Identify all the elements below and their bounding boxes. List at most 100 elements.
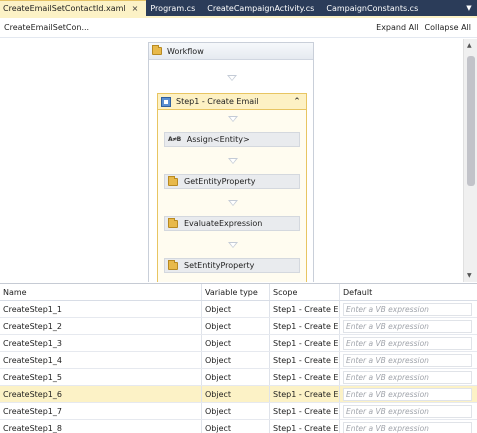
variable-default-cell: Enter a VB expression	[340, 318, 477, 334]
variables-grid-header: Name Variable type Scope Default	[0, 284, 477, 301]
variable-default-cell: Enter a VB expression	[340, 403, 477, 419]
tab-label: CreateEmailSetContactId.xaml	[3, 4, 126, 13]
tab-strip-spacer	[426, 0, 461, 16]
table-row[interactable]: CreateStep1_7ObjectStep1 - Create EmaEnt…	[0, 403, 477, 420]
default-expression-input[interactable]: Enter a VB expression	[343, 387, 472, 401]
folder-icon	[168, 259, 178, 270]
activity-evaluate-expression[interactable]: EvaluateExpression	[164, 216, 300, 231]
variable-name-cell[interactable]: CreateStep1_1	[0, 301, 202, 317]
close-tab-icon[interactable]: ×	[132, 4, 139, 13]
column-header-default[interactable]: Default	[340, 284, 477, 300]
table-row[interactable]: CreateStep1_2ObjectStep1 - Create EmaEnt…	[0, 318, 477, 335]
designer-vertical-scrollbar[interactable]: ▲ ▼	[463, 39, 477, 282]
collapse-all-link[interactable]: Collapse All	[425, 23, 471, 32]
table-row[interactable]: CreateStep1_8ObjectStep1 - Create EmaEnt…	[0, 420, 477, 433]
table-row[interactable]: CreateStep1_6ObjectStep1 - Create EmaEnt…	[0, 386, 477, 403]
sequence-step1-create-email[interactable]: Step1 - Create Email ⌃ A≠B Assign<Entity…	[157, 93, 307, 282]
default-expression-input[interactable]: Enter a VB expression	[343, 353, 472, 367]
variable-scope-cell[interactable]: Step1 - Create Ema	[270, 420, 340, 433]
assign-icon: A≠B	[168, 136, 181, 143]
variable-scope-cell[interactable]: Step1 - Create Ema	[270, 369, 340, 385]
variable-type-cell[interactable]: Object	[202, 301, 270, 317]
variable-type-cell[interactable]: Object	[202, 352, 270, 368]
table-row[interactable]: CreateStep1_5ObjectStep1 - Create EmaEnt…	[0, 369, 477, 386]
column-header-scope[interactable]: Scope	[270, 284, 340, 300]
document-tab-strip: CreateEmailSetContactId.xaml × Program.c…	[0, 0, 477, 16]
default-expression-input[interactable]: Enter a VB expression	[343, 319, 472, 333]
activity-assign-entity[interactable]: A≠B Assign<Entity>	[164, 132, 300, 147]
drop-target-arrow-icon[interactable]	[228, 242, 238, 248]
drop-target-arrow-icon[interactable]	[228, 116, 238, 122]
variable-default-cell: Enter a VB expression	[340, 386, 477, 402]
sequence-icon	[161, 96, 171, 107]
tab-program[interactable]: Program.cs	[146, 0, 203, 16]
variable-type-cell[interactable]: Object	[202, 386, 270, 402]
sequence-title: Step1 - Create Email	[176, 97, 259, 106]
variable-scope-cell[interactable]: Step1 - Create Ema	[270, 318, 340, 334]
scroll-up-icon[interactable]: ▲	[467, 42, 472, 49]
activity-label: GetEntityProperty	[184, 177, 256, 186]
drop-target-arrow-icon[interactable]	[227, 75, 237, 81]
variable-name-cell[interactable]: CreateStep1_8	[0, 420, 202, 433]
variable-default-cell: Enter a VB expression	[340, 335, 477, 351]
variable-scope-cell[interactable]: Step1 - Create Ema	[270, 335, 340, 351]
tab-campaignconstants[interactable]: CampaignConstants.cs	[322, 0, 426, 16]
breadcrumb-bar: CreateEmailSetCon... Expand All Collapse…	[0, 18, 477, 38]
tab-list-dropdown-icon[interactable]: ▼	[461, 0, 477, 16]
variables-grid: Name Variable type Scope Default CreateS…	[0, 283, 477, 433]
default-expression-input[interactable]: Enter a VB expression	[343, 302, 472, 316]
variable-type-cell[interactable]: Object	[202, 369, 270, 385]
variable-default-cell: Enter a VB expression	[340, 369, 477, 385]
workflow-header[interactable]: Workflow	[149, 43, 313, 60]
variable-type-cell[interactable]: Object	[202, 318, 270, 334]
sequence-header[interactable]: Step1 - Create Email ⌃	[158, 94, 306, 110]
activity-get-entity-property[interactable]: GetEntityProperty	[164, 174, 300, 189]
default-expression-input[interactable]: Enter a VB expression	[343, 336, 472, 350]
workflow-activity[interactable]: Workflow Step1 - Create Email ⌃ A≠B Assi…	[148, 42, 314, 282]
scroll-down-icon[interactable]: ▼	[467, 272, 472, 279]
activity-set-entity-property[interactable]: SetEntityProperty	[164, 258, 300, 273]
variable-type-cell[interactable]: Object	[202, 420, 270, 433]
table-row[interactable]: CreateStep1_1ObjectStep1 - Create EmaEnt…	[0, 301, 477, 318]
folder-icon	[168, 217, 178, 228]
column-header-variable-type[interactable]: Variable type	[202, 284, 270, 300]
default-expression-input[interactable]: Enter a VB expression	[343, 404, 472, 418]
table-row[interactable]: CreateStep1_4ObjectStep1 - Create EmaEnt…	[0, 352, 477, 369]
expand-all-link[interactable]: Expand All	[376, 23, 418, 32]
drop-target-arrow-icon[interactable]	[228, 158, 238, 164]
variable-default-cell: Enter a VB expression	[340, 420, 477, 433]
variable-scope-cell[interactable]: Step1 - Create Ema	[270, 386, 340, 402]
table-row[interactable]: CreateStep1_3ObjectStep1 - Create EmaEnt…	[0, 335, 477, 352]
variables-grid-rows: CreateStep1_1ObjectStep1 - Create EmaEnt…	[0, 301, 477, 433]
tab-createcampaignactivity[interactable]: CreateCampaignActivity.cs	[203, 0, 322, 16]
variable-default-cell: Enter a VB expression	[340, 301, 477, 317]
activity-label: EvaluateExpression	[184, 219, 263, 228]
variable-type-cell[interactable]: Object	[202, 335, 270, 351]
variable-name-cell[interactable]: CreateStep1_3	[0, 335, 202, 351]
variable-name-cell[interactable]: CreateStep1_5	[0, 369, 202, 385]
variable-name-cell[interactable]: CreateStep1_7	[0, 403, 202, 419]
tab-label: CreateCampaignActivity.cs	[207, 3, 315, 13]
collapse-icon[interactable]: ⌃	[291, 96, 303, 108]
tab-label: CampaignConstants.cs	[326, 3, 419, 13]
variable-scope-cell[interactable]: Step1 - Create Ema	[270, 301, 340, 317]
variable-name-cell[interactable]: CreateStep1_6	[0, 386, 202, 402]
variable-type-cell[interactable]: Object	[202, 403, 270, 419]
workflow-designer-canvas[interactable]: Workflow Step1 - Create Email ⌃ A≠B Assi…	[0, 39, 463, 282]
variable-name-cell[interactable]: CreateStep1_4	[0, 352, 202, 368]
variable-scope-cell[interactable]: Step1 - Create Ema	[270, 403, 340, 419]
variable-name-cell[interactable]: CreateStep1_2	[0, 318, 202, 334]
drop-target-arrow-icon[interactable]	[228, 200, 238, 206]
tab-label: Program.cs	[150, 3, 196, 13]
scrollbar-thumb[interactable]	[467, 56, 475, 186]
breadcrumb[interactable]: CreateEmailSetCon...	[0, 23, 89, 32]
column-header-name[interactable]: Name	[0, 284, 202, 300]
variable-scope-cell[interactable]: Step1 - Create Ema	[270, 352, 340, 368]
activity-label: Assign<Entity>	[186, 135, 250, 144]
folder-icon	[152, 45, 162, 55]
workflow-title: Workflow	[167, 46, 204, 56]
default-expression-input[interactable]: Enter a VB expression	[343, 370, 472, 384]
default-expression-input[interactable]: Enter a VB expression	[343, 421, 472, 433]
variable-default-cell: Enter a VB expression	[340, 352, 477, 368]
tab-createemailsetcontactid[interactable]: CreateEmailSetContactId.xaml ×	[0, 0, 147, 16]
